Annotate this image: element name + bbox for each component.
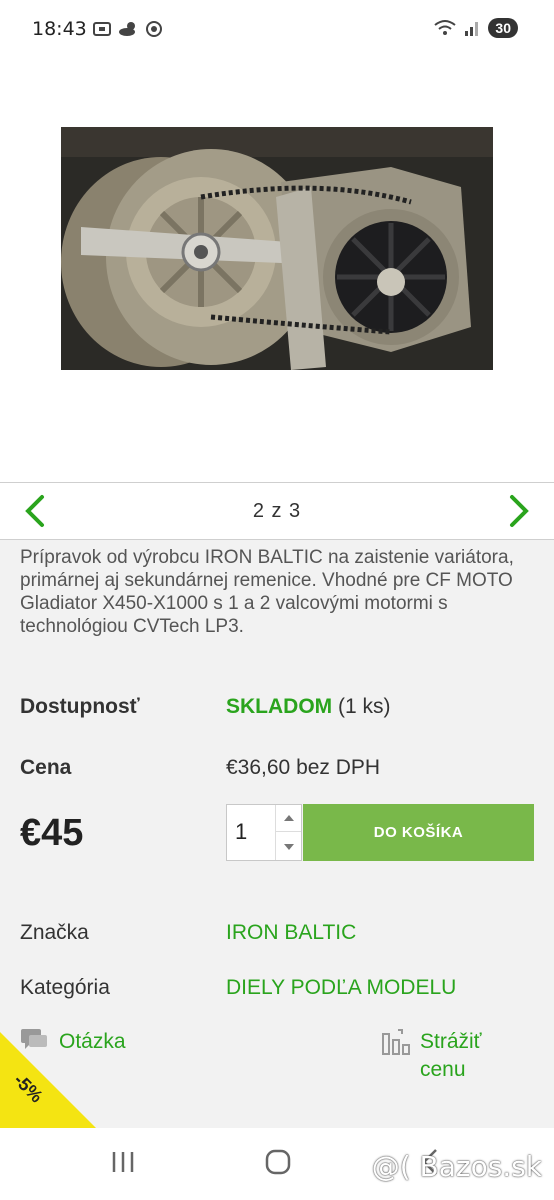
category-label: Kategória (20, 976, 110, 999)
add-to-cart-button[interactable]: DO KOŠÍKA (303, 804, 534, 861)
signal-icon (465, 22, 479, 36)
product-price: €45 (20, 812, 84, 854)
brand-link[interactable]: IRON BALTIC (226, 921, 356, 945)
product-gallery[interactable] (0, 60, 554, 482)
status-system-icons: 30 (434, 18, 518, 38)
category-link[interactable]: DIELY PODĽA MODELU (226, 976, 456, 1000)
gallery-pager: 2 z 3 (0, 482, 554, 540)
availability-label: Dostupnosť (20, 695, 140, 718)
cast-icon (93, 22, 111, 36)
availability-value: SKLADOM (1 ks) (226, 695, 391, 719)
chevron-right-icon[interactable] (500, 493, 534, 529)
status-time: 18:43 (32, 18, 87, 40)
product-description: Prípravok od výrobcu IRON BALTIC na zais… (20, 547, 514, 637)
wifi-icon (434, 20, 457, 35)
status-notification-icons (92, 20, 164, 38)
price-label: Cena (20, 756, 72, 779)
quantity-decrease-button[interactable] (276, 833, 301, 860)
status-bar: 18:43 30 (0, 0, 554, 60)
watermark-logo: @( Bazos.sk (371, 1150, 542, 1183)
price-net: €36,60 bez DPH (226, 756, 381, 779)
availability-status: SKLADOM (226, 695, 333, 718)
recents-icon[interactable] (110, 1150, 136, 1174)
gallery-counter: 2 z 3 (252, 500, 302, 522)
quantity-input[interactable]: 1 (235, 819, 247, 845)
weather-icon (119, 22, 135, 36)
home-icon[interactable] (265, 1148, 291, 1176)
watch-price-link-line2[interactable]: cenu (420, 1058, 466, 1082)
discount-badge: -5% (0, 1032, 96, 1128)
quantity-increase-button[interactable] (276, 805, 301, 832)
quantity-stepper: 1 (226, 804, 302, 861)
chrome-icon (146, 21, 162, 37)
caret-down-icon (283, 843, 294, 850)
brand-label: Značka (20, 921, 89, 944)
battery-indicator: 30 (488, 18, 518, 38)
watch-price-link-line1[interactable]: Strážiť (420, 1030, 482, 1054)
system-navigation-bar: @( Bazos.sk (0, 1128, 554, 1200)
caret-up-icon (283, 815, 294, 821)
quantity-controls (275, 805, 301, 860)
chart-icon[interactable] (382, 1028, 412, 1056)
product-photo[interactable] (61, 127, 493, 370)
availability-count: (1 ks) (338, 695, 391, 718)
